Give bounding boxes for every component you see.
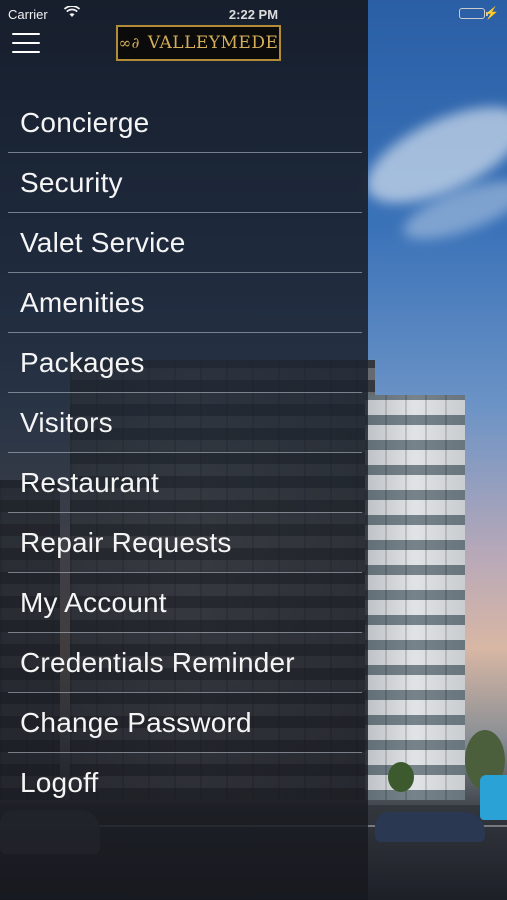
- menu-item-valet-service[interactable]: Valet Service: [8, 213, 362, 273]
- bus: [480, 775, 507, 820]
- building-side-tower: [365, 395, 465, 800]
- logo-mark-icon: ∞∂: [118, 34, 140, 52]
- menu-item-amenities[interactable]: Amenities: [8, 273, 362, 333]
- menu-item-label: Credentials Reminder: [20, 647, 295, 678]
- charging-bolt-icon: ⚡: [484, 6, 499, 20]
- menu-item-my-account[interactable]: My Account: [8, 573, 362, 633]
- logo-text: VALLEYMEDE: [147, 33, 279, 53]
- menu-item-change-password[interactable]: Change Password: [8, 693, 362, 753]
- menu-item-label: Valet Service: [20, 227, 186, 258]
- menu-item-label: My Account: [20, 587, 167, 618]
- hamburger-icon[interactable]: [12, 33, 40, 55]
- menu-item-label: Change Password: [20, 707, 252, 738]
- menu-item-packages[interactable]: Packages: [8, 333, 362, 393]
- status-bar: Carrier 2:22 PM ⚡: [0, 0, 507, 28]
- menu-item-concierge[interactable]: Concierge: [8, 93, 362, 153]
- menu-item-label: Packages: [20, 347, 145, 378]
- navigation-drawer: ∞∂ VALLEYMEDE Concierge Security Valet S…: [0, 0, 368, 900]
- menu-item-label: Repair Requests: [20, 527, 232, 558]
- drawer-menu: Concierge Security Valet Service Ameniti…: [8, 93, 362, 813]
- menu-item-label: Visitors: [20, 407, 113, 438]
- battery-icon: [459, 8, 488, 19]
- car: [375, 812, 485, 842]
- menu-item-label: Concierge: [20, 107, 150, 138]
- menu-item-restaurant[interactable]: Restaurant: [8, 453, 362, 513]
- tree: [388, 762, 414, 792]
- menu-item-label: Logoff: [20, 767, 99, 798]
- menu-item-credentials-reminder[interactable]: Credentials Reminder: [8, 633, 362, 693]
- menu-item-repair-requests[interactable]: Repair Requests: [8, 513, 362, 573]
- menu-item-logoff[interactable]: Logoff: [8, 753, 362, 813]
- menu-item-visitors[interactable]: Visitors: [8, 393, 362, 453]
- menu-item-label: Restaurant: [20, 467, 159, 498]
- status-time: 2:22 PM: [228, 7, 279, 22]
- app-logo: ∞∂ VALLEYMEDE: [116, 25, 281, 61]
- menu-item-label: Security: [20, 167, 123, 198]
- menu-item-security[interactable]: Security: [8, 153, 362, 213]
- menu-item-label: Amenities: [20, 287, 145, 318]
